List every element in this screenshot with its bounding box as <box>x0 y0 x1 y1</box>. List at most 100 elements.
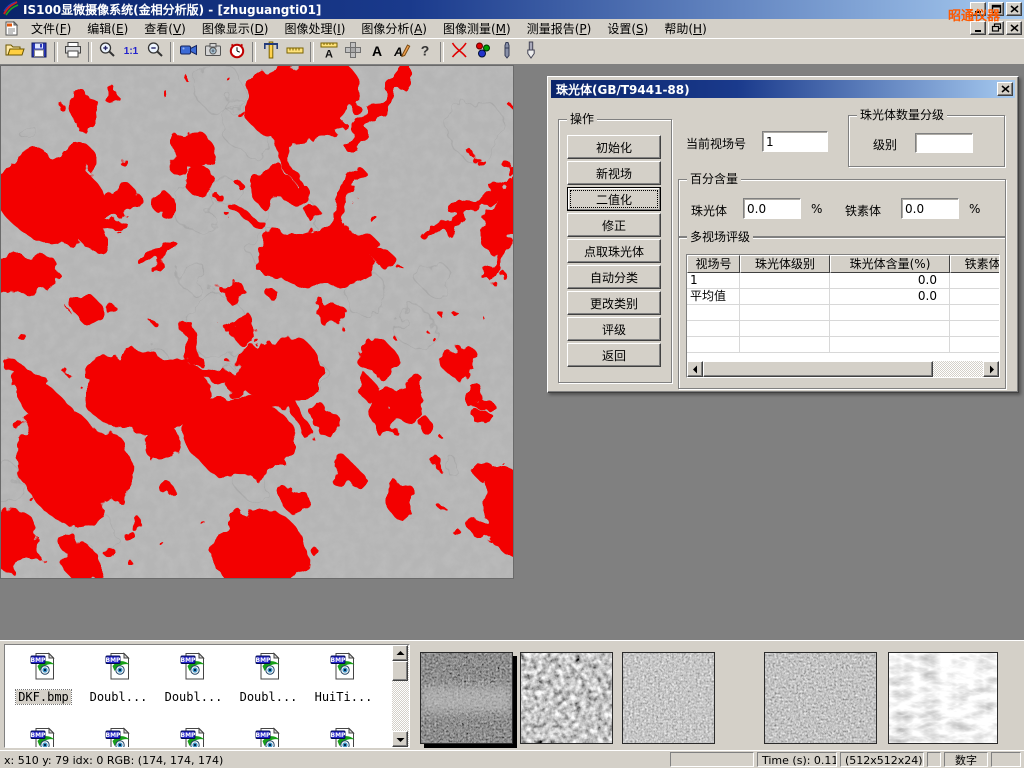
op-button-2[interactable]: 新视场 <box>567 161 661 185</box>
op-button-1[interactable]: 初始化 <box>567 135 661 159</box>
mdi-restore-button[interactable] <box>988 21 1004 35</box>
color-dots-button[interactable] <box>471 40 495 63</box>
file-name: HuiTi... <box>313 690 375 704</box>
menu-item-h[interactable]: 帮助(H) <box>656 19 714 38</box>
maximize-button[interactable] <box>988 2 1004 16</box>
op-button-7[interactable]: 更改类别 <box>567 291 661 315</box>
scroll-left-button[interactable] <box>687 361 703 377</box>
dropper-icon <box>497 40 517 63</box>
op-button-6[interactable]: 自动分类 <box>567 265 661 289</box>
thumbnail-1[interactable] <box>420 652 513 744</box>
dialog-title-bar[interactable]: 珠光体(GB/T9441-88) <box>551 80 1015 98</box>
scroll-up-button[interactable] <box>392 645 408 661</box>
minimize-button-glyph <box>973 4 984 15</box>
document-icon[interactable] <box>4 21 19 36</box>
op-button-5[interactable]: 点取珠光体 <box>567 239 661 263</box>
caliper-button[interactable] <box>259 40 283 63</box>
scroll-down-button[interactable] <box>392 731 408 747</box>
menu-item-m[interactable]: 图像测量(M) <box>435 19 519 38</box>
menu-item-p[interactable]: 测量报告(P) <box>519 19 600 38</box>
file-browser-panel: BMPDKF.bmpBMPDoubl...BMPDoubl...BMPDoubl… <box>0 640 1024 750</box>
file-item[interactable]: BMPDoubl... <box>81 651 156 704</box>
help-button[interactable]: ? <box>413 40 437 63</box>
status-mode: 数字 <box>944 752 988 767</box>
caliper-icon <box>261 40 281 63</box>
menu-item-v[interactable]: 查看(V) <box>136 19 194 38</box>
table-row[interactable]: 10.0 <box>687 273 999 289</box>
print-button[interactable] <box>61 40 85 63</box>
table-row[interactable] <box>687 337 999 353</box>
table-row[interactable] <box>687 321 999 337</box>
thumbnail-3[interactable] <box>622 652 715 744</box>
status-time: Time (s): 0.113 <box>757 752 837 767</box>
menu-item-f[interactable]: 文件(F) <box>23 19 79 38</box>
file-item[interactable]: BMP <box>156 726 231 748</box>
zoom-in-button[interactable] <box>95 40 119 63</box>
file-item[interactable]: BMP <box>6 726 81 748</box>
toolbar-separator <box>440 42 444 62</box>
dropper-button[interactable] <box>495 40 519 63</box>
metallographic-image[interactable] <box>1 66 513 578</box>
menu-item-s[interactable]: 设置(S) <box>599 19 656 38</box>
table-row[interactable]: 平均值0.0 <box>687 289 999 305</box>
file-item[interactable]: BMPDKF.bmp <box>6 651 81 704</box>
file-item[interactable]: BMP <box>231 726 306 748</box>
table-column-header[interactable]: 珠光体含量(%) <box>830 255 950 273</box>
file-item[interactable]: BMP <box>81 726 156 748</box>
file-list-vscrollbar[interactable] <box>392 645 409 747</box>
pearlite-percent-input[interactable] <box>743 198 801 219</box>
text-edit-button[interactable]: A <box>389 40 413 63</box>
table-column-header[interactable]: 珠光体级别 <box>740 255 830 273</box>
dialog-close-button[interactable] <box>997 82 1013 96</box>
open-folder-button[interactable] <box>3 40 27 63</box>
menu-item-e[interactable]: 编辑(E) <box>79 19 136 38</box>
table-row[interactable] <box>687 305 999 321</box>
table-cell <box>740 289 830 305</box>
op-button-4[interactable]: 修正 <box>567 213 661 237</box>
mdi-restore-button-glyph <box>991 23 1002 34</box>
maximize-button-glyph <box>991 4 1002 15</box>
op-button-3[interactable]: 二值化 <box>567 187 661 211</box>
op-button-8[interactable]: 评级 <box>567 317 661 341</box>
save-button[interactable] <box>27 40 51 63</box>
mdi-minimize-button[interactable] <box>970 21 986 35</box>
file-item[interactable]: BMPDoubl... <box>156 651 231 704</box>
scrollbar-thumb[interactable] <box>703 361 933 377</box>
table-column-header[interactable]: 视场号 <box>687 255 740 273</box>
table-cell <box>687 321 740 337</box>
menu-item-i[interactable]: 图像处理(I) <box>276 19 353 38</box>
table-hscrollbar[interactable] <box>687 361 999 377</box>
zoom-out-button[interactable] <box>143 40 167 63</box>
thumbnail-4[interactable] <box>764 652 877 744</box>
op-button-9[interactable]: 返回 <box>567 343 661 367</box>
text-button[interactable]: A <box>365 40 389 63</box>
actual-size-button[interactable]: 1:1 <box>119 40 143 63</box>
timer-button[interactable] <box>225 40 249 63</box>
curve-tool-button[interactable] <box>447 40 471 63</box>
thumbnail-2[interactable] <box>520 652 613 744</box>
file-item[interactable]: BMPHuiTi... <box>306 651 381 704</box>
camera-button[interactable] <box>201 40 225 63</box>
video-camera-button[interactable] <box>177 40 201 63</box>
file-name: Doubl... <box>238 690 300 704</box>
thumbnail-5[interactable] <box>888 652 998 744</box>
brush-button[interactable] <box>519 40 543 63</box>
bmp-file-icon: BMP <box>104 726 134 748</box>
menu-item-a[interactable]: 图像分析(A) <box>353 19 435 38</box>
measure-text-button[interactable]: A <box>317 40 341 63</box>
table-column-header[interactable]: 铁素体含量(%) <box>950 255 1000 273</box>
scroll-right-button[interactable] <box>983 361 999 377</box>
close-button[interactable] <box>1006 2 1022 16</box>
ruler-button[interactable] <box>283 40 307 63</box>
grade-input[interactable] <box>915 133 973 153</box>
file-item[interactable]: BMPDoubl... <box>231 651 306 704</box>
grid-button[interactable] <box>341 40 365 63</box>
file-item[interactable]: BMP <box>306 726 381 748</box>
minimize-button[interactable] <box>970 2 986 16</box>
menu-item-d[interactable]: 图像显示(D) <box>194 19 277 38</box>
scrollbar-thumb[interactable] <box>392 661 408 681</box>
mdi-close-button[interactable] <box>1006 21 1022 35</box>
current-field-input[interactable] <box>762 131 828 152</box>
mdi-close-button-glyph <box>1009 23 1020 34</box>
ferrite-percent-input[interactable] <box>901 198 959 219</box>
